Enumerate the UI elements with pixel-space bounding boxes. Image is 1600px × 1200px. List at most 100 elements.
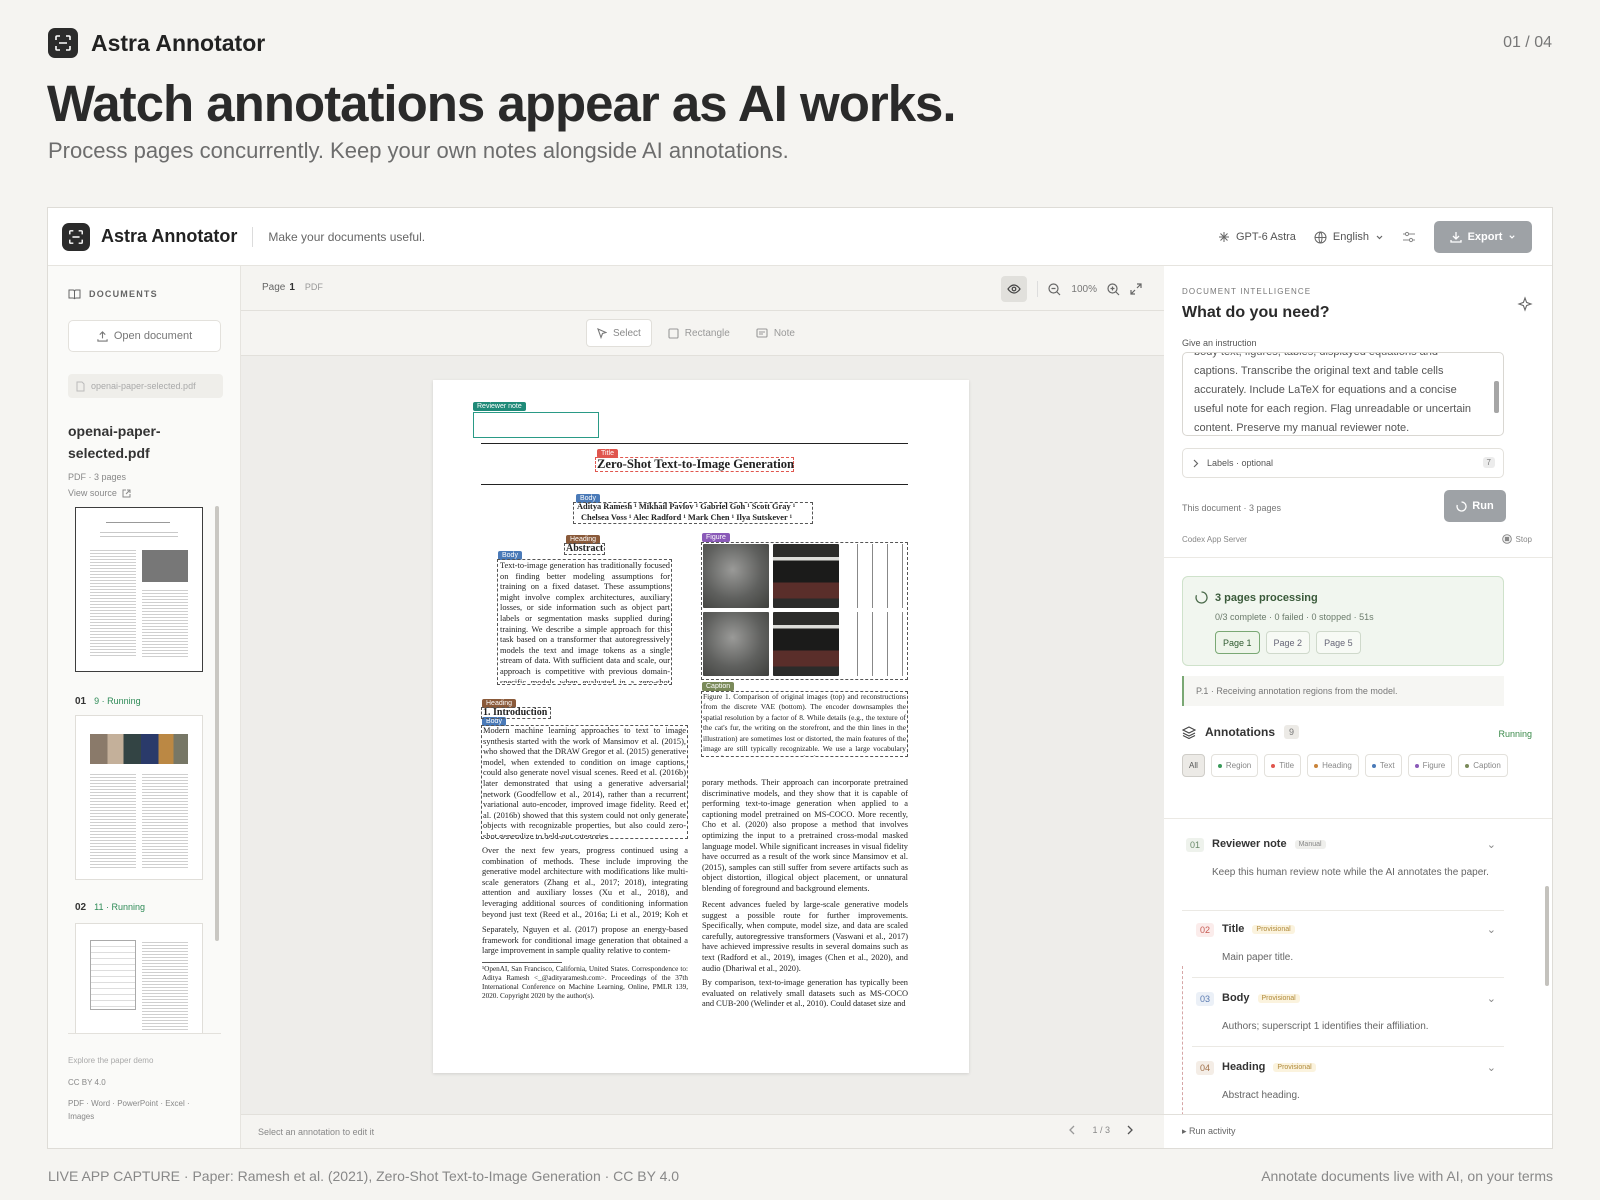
reviewer-note-box[interactable] [473,412,599,438]
sidebar-scrollbar[interactable] [215,506,219,941]
spinner-icon [1456,500,1467,512]
annotation-badge: Provisional [1252,924,1295,934]
rectangle-tool[interactable]: Rectangle [658,319,740,347]
filter-chip-all[interactable]: All [1182,754,1205,777]
explore-demo-link[interactable]: Explore the paper demo [68,1056,153,1065]
cat-reconstruction [703,612,769,676]
upload-icon [97,330,108,342]
annotation-title: Body [1222,992,1250,1004]
chevron-down-icon[interactable]: ⌄ [1487,838,1496,851]
slide-brand-name: Astra Annotator [91,29,266,56]
thumb-text-block [90,548,136,658]
thumb-figure [142,550,188,582]
open-document-label: Open document [113,330,193,342]
filter-chip-region[interactable]: Region [1210,754,1259,777]
subheadline: Process pages concurrently. Keep your ow… [48,138,789,163]
processing-page-5[interactable]: Page 5 [1316,631,1361,654]
page-number: 1 [289,282,295,293]
processing-title: 3 pages processing [1195,591,1318,604]
footnote-rule [482,962,562,963]
chevron-down-icon[interactable]: ⌄ [1487,923,1496,936]
filter-chip-text[interactable]: Text [1364,754,1402,777]
annotation-tools-bar: Select Rectangle Note [241,311,1164,356]
filter-chip-label: Caption [1473,761,1501,770]
book-icon [68,289,81,300]
annotation-item[interactable]: 02 Title Provisional ⌄ Main paper title. [1182,919,1504,989]
sparkle-icon [1517,296,1533,312]
dot-icon [1465,763,1470,768]
processing-stats: 0/3 complete · 0 failed · 0 stopped · 51… [1215,612,1374,622]
expand-icon[interactable] [1130,283,1142,295]
filter-chip-figure[interactable]: Figure [1407,754,1453,777]
filter-chips: All Region Title Heading Text Figure Cap… [1182,754,1512,777]
sparkle-icon [1219,232,1229,242]
model-selector[interactable]: GPT-6 Astra [1218,231,1296,243]
processing-title-text: 3 pages processing [1215,591,1318,604]
sidebar-title-label: DOCUMENTS [89,289,158,299]
annotation-badge: Manual [1294,839,1326,849]
cursor-icon [597,327,607,339]
stop-button[interactable]: Stop [1501,534,1532,544]
thumb-figure [90,734,188,764]
right-para-2: Recent advances fueled by large-scale ge… [702,900,908,973]
figure-caption: Figure 1. Comparison of original images … [703,692,906,756]
page-indicator: Page 1 PDF [262,282,323,293]
open-document-button[interactable]: Open document [68,320,221,352]
app-topbar: Astra Annotator Make your documents usef… [48,208,1552,266]
zoom-out-icon[interactable] [1048,282,1061,296]
slide-footer-left: LIVE APP CAPTURE · Paper: Ramesh et al. … [48,1168,680,1184]
app-window: Astra Annotator Make your documents usef… [47,207,1553,1149]
thumb-line [106,522,170,523]
document-info: This document · 3 pages [1182,503,1282,513]
toggle-visibility-button[interactable] [1001,276,1028,302]
chevron-right-icon[interactable] [1126,1125,1134,1135]
chevron-down-icon[interactable]: ⌄ [1487,1061,1496,1074]
run-button[interactable]: Run [1444,490,1506,522]
scan-logo-icon [48,28,78,58]
zoom-level: 100% [1071,283,1097,295]
app-logo-icon [62,222,90,251]
filter-chip-heading[interactable]: Heading [1307,754,1359,777]
language-selector[interactable]: English [1314,231,1384,244]
page-thumbnail-1[interactable] [75,507,203,672]
page-thumbnail-2[interactable] [75,715,203,880]
thumb-line [100,536,178,537]
filter-chip-caption[interactable]: Caption [1458,754,1508,777]
note-tool[interactable]: Note [746,319,805,347]
annotation-badge: Provisional [1257,993,1300,1003]
document-name: openai-paper-selected.pdf [68,423,161,461]
processing-card: 3 pages processing 0/3 complete · 0 fail… [1182,576,1504,666]
globe-icon [1314,231,1327,243]
sliders-icon[interactable] [1402,230,1416,244]
spinner-icon [1195,591,1208,604]
instruction-label: Give an instruction [1182,338,1257,348]
authors-line-2: Chelsea Voss ¹ Alec Radford ¹ Mark Chen … [581,513,793,522]
instruction-textarea[interactable]: body text, figures, tables, displayed eq… [1182,352,1504,436]
divider [1192,1046,1504,1047]
processing-page-2[interactable]: Page 2 [1265,631,1311,654]
chevron-down-icon[interactable]: ⌄ [1487,992,1496,1005]
filter-chip-title[interactable]: Title [1264,754,1302,777]
license-text: CC BY 4.0 [68,1078,106,1087]
processing-page-1[interactable]: Page 1 [1215,631,1260,654]
pdf-page[interactable]: Reviewer note Title Zero-Shot Text-to-Im… [433,380,969,1073]
annotation-item[interactable]: 01 Reviewer note Manual ⌄ Keep this human… [1182,834,1504,904]
zoom-in-icon[interactable] [1107,282,1120,296]
file-chip[interactable]: openai-paper-selected.pdf [68,374,223,398]
filter-chip-label: Figure [1422,761,1446,770]
annotation-item[interactable]: 03 Body Provisional ⌄ Authors; superscrip… [1182,988,1504,1058]
run-activity-toggle[interactable]: ▸ Run activity [1164,1114,1552,1148]
thumb-text-block [142,772,188,868]
view-source-link[interactable]: View source [68,488,131,498]
eye-icon [1007,284,1022,294]
labels-toggle[interactable]: Labels · optional 7 [1182,448,1504,478]
filter-chip-label: Region [1225,761,1252,770]
thumb-line [100,532,178,533]
chevron-left-icon[interactable] [1068,1125,1076,1135]
select-tool[interactable]: Select [586,319,652,347]
panel-scrollbar[interactable] [1545,886,1549,986]
textarea-scrollbar[interactable] [1494,381,1499,413]
model-name: GPT-6 Astra [1236,231,1296,243]
export-button[interactable]: Export [1434,221,1532,253]
page-thumbnail-3[interactable] [75,923,203,1033]
